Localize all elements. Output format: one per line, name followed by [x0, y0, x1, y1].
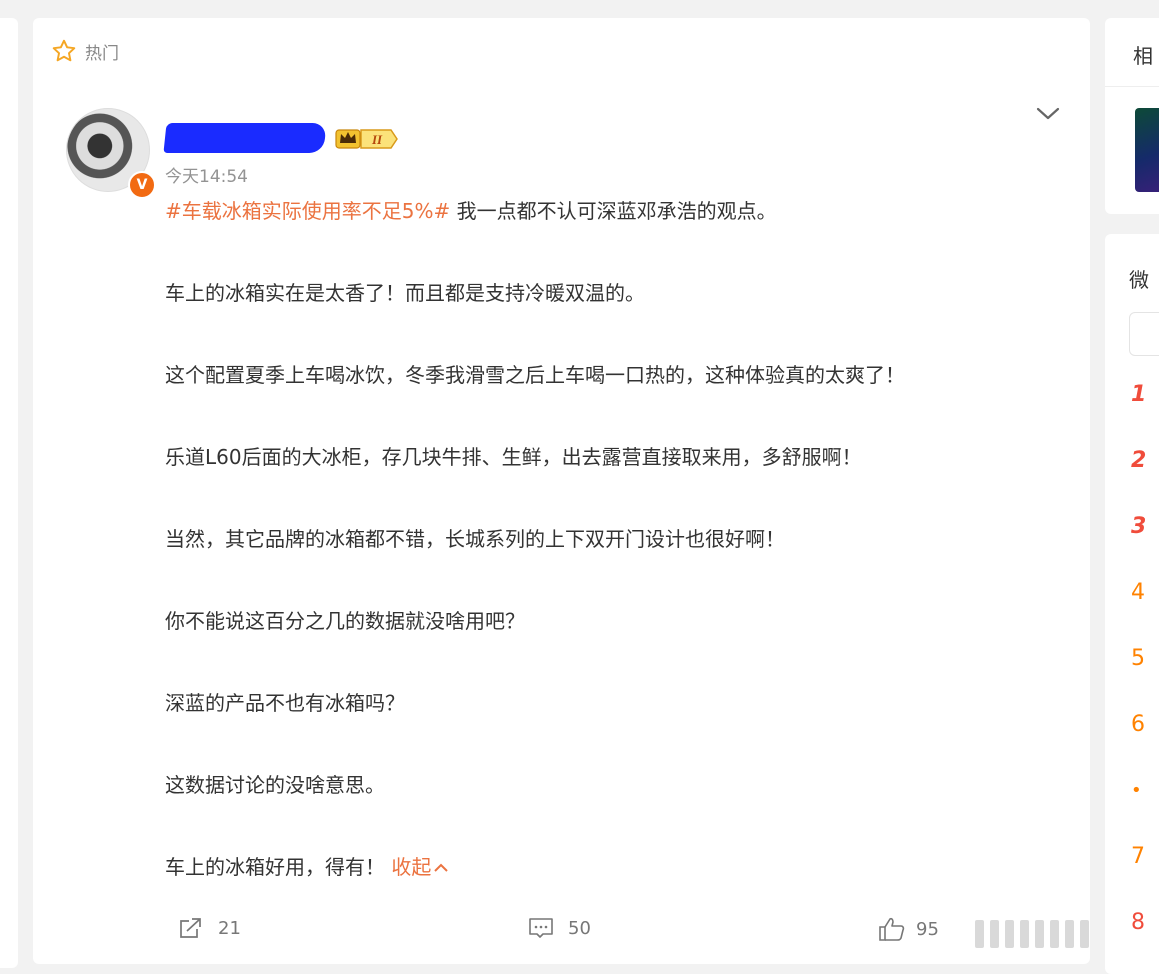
rank-number: 6 [1131, 712, 1145, 737]
rank-number: 3 [1131, 514, 1147, 539]
watermark-bar [1020, 920, 1029, 948]
rank-number: 5 [1131, 646, 1145, 671]
repost-count: 21 [218, 917, 241, 939]
comment-button[interactable]: 50 [528, 916, 591, 940]
watermark-bar [1035, 920, 1044, 948]
crown-member-badge[interactable]: II [335, 126, 399, 152]
post-paragraph: #车载冰箱实际使用率不足5%# 我一点都不认可深蓝邓承浩的观点。 [165, 198, 1045, 224]
verified-badge: V [128, 171, 156, 199]
hashtag-link[interactable]: #车载冰箱实际使用率不足5%# [165, 199, 450, 223]
divider [1105, 86, 1159, 87]
watermark-bar [975, 920, 984, 948]
left-panel-edge [0, 18, 18, 968]
chevron-down-icon[interactable] [1035, 104, 1061, 124]
share-icon [180, 918, 201, 938]
hot-label: 热门 [85, 43, 119, 64]
rank-number: 4 [1131, 580, 1145, 605]
post-paragraph: 这个配置夏季上车喝冰饮，冬季我滑雪之后上车喝一口热的，这种体验真的太爽了！ [165, 363, 905, 387]
post-paragraph: 深蓝的产品不也有冰箱吗？ [165, 691, 405, 715]
star-icon [52, 39, 76, 62]
weibo-post-card: 热门 V II 今天14:54 #车载冰箱实际使用率不足5%# 我一点都不认可深… [33, 18, 1090, 964]
rank-dot: • [1131, 780, 1142, 801]
post-paragraph: 这数据讨论的没啥意思。 [165, 773, 385, 797]
post-paragraph: 当然，其它品牌的冰箱都不错，长城系列的上下双开门设计也很好啊！ [165, 527, 785, 551]
post-text: #车载冰箱实际使用率不足5%# 我一点都不认可深蓝邓承浩的观点。 车上的冰箱实在… [165, 198, 1045, 936]
rank-number: 2 [1131, 448, 1147, 473]
watermark-bar [1065, 920, 1074, 948]
comment-icon [529, 918, 553, 938]
post-paragraph: 乐道L60后面的大冰柜，存几块牛排、生鲜，出去露营直接取来用，多舒服啊！ [165, 445, 862, 469]
hot-search-card: 微 1 2 3 4 5 6 • 7 8 [1105, 234, 1159, 974]
thumbs-up-icon [879, 917, 905, 941]
like-count: 95 [916, 918, 939, 940]
post-timestamp: 今天14:54 [165, 167, 248, 187]
watermark-bar [1005, 920, 1014, 948]
watermark-bar [1080, 920, 1089, 948]
collapse-link[interactable]: 收起 [391, 855, 449, 879]
rank-number: 7 [1131, 844, 1145, 869]
watermark-bar [990, 920, 999, 948]
chevron-up-icon [434, 863, 449, 872]
watermark-decoration [975, 920, 1089, 948]
comment-count: 50 [568, 917, 591, 939]
post-line-text: 我一点都不认可深蓝邓承浩的观点。 [450, 199, 777, 223]
like-button[interactable]: 95 [878, 916, 939, 942]
hot-header: 热门 [51, 38, 119, 64]
post-line-text: 车上的冰箱好用，得有！ [165, 855, 392, 879]
hot-search-title: 微 [1129, 268, 1149, 292]
related-thumbnail[interactable] [1135, 108, 1159, 192]
post-paragraph: 你不能说这百分之几的数据就没啥用吧？ [165, 609, 525, 633]
badge-level-text: II [371, 132, 383, 147]
watermark-bar [1050, 920, 1059, 948]
rank-number: 1 [1131, 382, 1147, 407]
search-input[interactable] [1129, 312, 1159, 356]
related-card: 相 [1105, 18, 1159, 214]
repost-button[interactable]: 21 [178, 916, 241, 940]
collapse-label: 收起 [391, 855, 432, 879]
post-paragraph: 车上的冰箱好用，得有！ 收起 [165, 854, 1045, 880]
post-paragraph: 车上的冰箱实在是太香了！而且都是支持冷暖双温的。 [165, 281, 645, 305]
rank-number: 8 [1131, 910, 1145, 935]
related-title: 相 [1133, 44, 1153, 68]
username-redacted[interactable] [163, 123, 327, 153]
post-actions: 21 50 95 [33, 916, 1090, 946]
